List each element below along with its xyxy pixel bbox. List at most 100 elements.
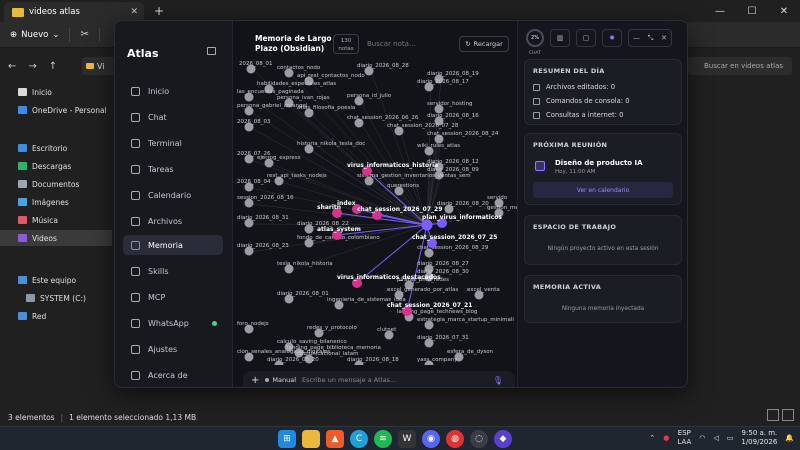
- minimize-icon[interactable]: —: [704, 0, 736, 22]
- start-icon[interactable]: ⊞: [278, 430, 296, 448]
- note-search-input[interactable]: Buscar nota...: [363, 36, 455, 52]
- sidebar-item-label: Escritorio: [32, 143, 68, 153]
- nav-item-terminal[interactable]: Terminal: [123, 133, 223, 153]
- speaker-icon[interactable]: ◁: [713, 434, 718, 442]
- window-controls: — ☐ ✕: [704, 0, 800, 22]
- nav-item-mcp[interactable]: MCP: [123, 287, 223, 307]
- sidebar-item-descargas[interactable]: Descargas: [0, 158, 71, 174]
- sidebar-item-imagenes[interactable]: Imágenes: [0, 194, 69, 210]
- explorer-tab-title: videos atlas: [29, 7, 80, 17]
- atlas-taskbar-icon[interactable]: ◌: [470, 430, 488, 448]
- collapse-icon[interactable]: ⤡: [648, 34, 654, 43]
- sidebar-item-label: Música: [32, 215, 58, 225]
- clock[interactable]: 9:50 a. m. 1/09/2026: [741, 429, 777, 447]
- explorer-search-input[interactable]: Buscar en videos atlas: [688, 57, 792, 75]
- nav-item-ajustes[interactable]: Ajustes: [123, 339, 223, 359]
- sidebar-item-escritorio[interactable]: Escritorio: [0, 140, 67, 156]
- graph-node-label: diario_2026_07_31: [417, 335, 469, 341]
- tiles-view-icon[interactable]: [782, 409, 794, 421]
- status-divider: |: [60, 412, 64, 422]
- mic-icon[interactable]: ●: [663, 434, 669, 442]
- nav-item-calendario[interactable]: Calendario: [123, 185, 223, 205]
- toolbar-divider: [98, 27, 100, 42]
- sidebar-item-onedrive[interactable]: OneDrive - Personal: [0, 102, 107, 118]
- graph-hub-node[interactable]: [421, 219, 433, 231]
- nav-item-inicio[interactable]: Inicio: [123, 81, 223, 101]
- details-view-icon[interactable]: [767, 409, 779, 421]
- close-icon[interactable]: ✕: [768, 0, 800, 22]
- graph-node-label: diario_2026_08_31: [237, 215, 289, 221]
- graph-canvas[interactable]: 2026_08_01 contactos_nodo diario_2026_08_2…: [237, 59, 517, 365]
- word-icon[interactable]: W: [398, 430, 416, 448]
- nav-item-tareas[interactable]: Tareas: [123, 159, 223, 179]
- meeting-title: Diseño de producto IA: [555, 159, 643, 167]
- memory-graph[interactable]: 2026_08_01 contactos_nodo diario_2026_08_2…: [237, 59, 517, 365]
- brave-icon[interactable]: ▲: [326, 430, 344, 448]
- file-explorer-icon[interactable]: [302, 430, 320, 448]
- reload-button[interactable]: ↻ Recargar: [459, 36, 509, 52]
- graph-node-label: contactos_nodo: [277, 65, 321, 71]
- download-icon: [18, 162, 27, 170]
- explorer-tab[interactable]: videos atlas ✕: [4, 2, 144, 22]
- graph-node-label: excel_generado_por_atlas: [387, 287, 458, 293]
- nav-item-whatsapp[interactable]: WhatsApp: [123, 313, 223, 333]
- view-calendar-button[interactable]: Ver en calendario: [533, 182, 673, 198]
- new-button[interactable]: ⊕ Nuevo ⌄: [10, 30, 59, 40]
- gear-icon: [131, 344, 140, 354]
- sidebar-item-label: Videos: [32, 233, 57, 243]
- nav-item-chat[interactable]: Chat: [123, 107, 223, 127]
- graph-node-label: servido: [487, 195, 508, 201]
- back-icon[interactable]: ←: [8, 61, 16, 72]
- graph-node-label: diario_2026_08_19: [427, 71, 479, 77]
- graph-node-label: ejerrog_express: [257, 155, 301, 161]
- panel-toggle-icon[interactable]: ▥: [550, 29, 570, 47]
- system-tray: ⌃ ● ESP LAA ◠ ◁ ▭ 9:50 a. m. 1/09/2026 🔔: [649, 429, 794, 447]
- sidebar-item-red[interactable]: Red: [0, 308, 46, 324]
- maximize-icon[interactable]: ☐: [736, 0, 768, 22]
- sidebar-item-inicio[interactable]: Inicio: [0, 84, 52, 100]
- cut-icon[interactable]: ✂: [80, 29, 88, 40]
- close-tab-icon[interactable]: ✕: [130, 7, 138, 17]
- graph-node-label-highlight: atlas_system: [317, 226, 361, 233]
- obsidian-icon[interactable]: ◆: [494, 430, 512, 448]
- reload-label: Recargar: [473, 40, 503, 48]
- sidebar-item-documentos[interactable]: Documentos: [0, 176, 79, 192]
- checklist-icon: [131, 164, 140, 174]
- mode-selector[interactable]: Manual: [265, 376, 296, 384]
- sidebar-item-videos[interactable]: Videos: [0, 230, 112, 246]
- battery-icon[interactable]: ▭: [727, 434, 734, 442]
- security-app-icon[interactable]: ◍: [446, 430, 464, 448]
- nav-item-skills[interactable]: Skills: [123, 261, 223, 281]
- nav-item-memoria[interactable]: Memoria: [123, 235, 223, 255]
- chevron-up-icon[interactable]: ⌃: [649, 434, 655, 442]
- document-icon: [18, 180, 27, 188]
- computer-icon: [18, 276, 27, 284]
- theme-sun-icon[interactable]: ✹: [602, 29, 622, 47]
- forward-icon[interactable]: →: [28, 61, 36, 72]
- wifi-icon[interactable]: ◠: [699, 434, 705, 442]
- up-icon[interactable]: ↑: [49, 61, 57, 72]
- nav-item-label: Acerca de: [148, 370, 188, 380]
- layout-icon[interactable]: ▢: [576, 29, 596, 47]
- attach-plus-icon[interactable]: +: [251, 375, 259, 386]
- ccleaner-icon[interactable]: C: [350, 430, 368, 448]
- close-icon[interactable]: ✕: [661, 34, 667, 42]
- message-input[interactable]: Escribe un mensaje a Atlas...: [302, 376, 396, 384]
- online-status-dot: [212, 320, 217, 326]
- new-tab-button[interactable]: +: [154, 4, 164, 18]
- notification-icon[interactable]: 🔔: [785, 434, 794, 442]
- graph-node-label: api_rest_contactos_nodo: [297, 73, 365, 79]
- spotify-icon[interactable]: ≋: [374, 430, 392, 448]
- minimize-icon[interactable]: —: [633, 34, 640, 42]
- sidebar-item-musica[interactable]: Música: [0, 212, 58, 228]
- nav-item-acerca-de[interactable]: Acerca de: [123, 365, 223, 385]
- nav-item-archivos[interactable]: Archivos: [123, 211, 223, 231]
- discord-icon[interactable]: ◉: [422, 430, 440, 448]
- sidebar-item-este-equipo[interactable]: Este equipo: [0, 272, 76, 288]
- graph-node-label: estrategia_marca_startup_minimali: [417, 317, 514, 323]
- sidebar-item-system-drive[interactable]: SYSTEM (C:): [0, 290, 86, 306]
- mic-icon[interactable]: 🎙: [493, 376, 503, 385]
- language-indicator[interactable]: ESP LAA: [677, 429, 691, 447]
- sidebar-collapse-icon[interactable]: [207, 47, 216, 55]
- chat-usage-ring[interactable]: 2%: [526, 29, 544, 47]
